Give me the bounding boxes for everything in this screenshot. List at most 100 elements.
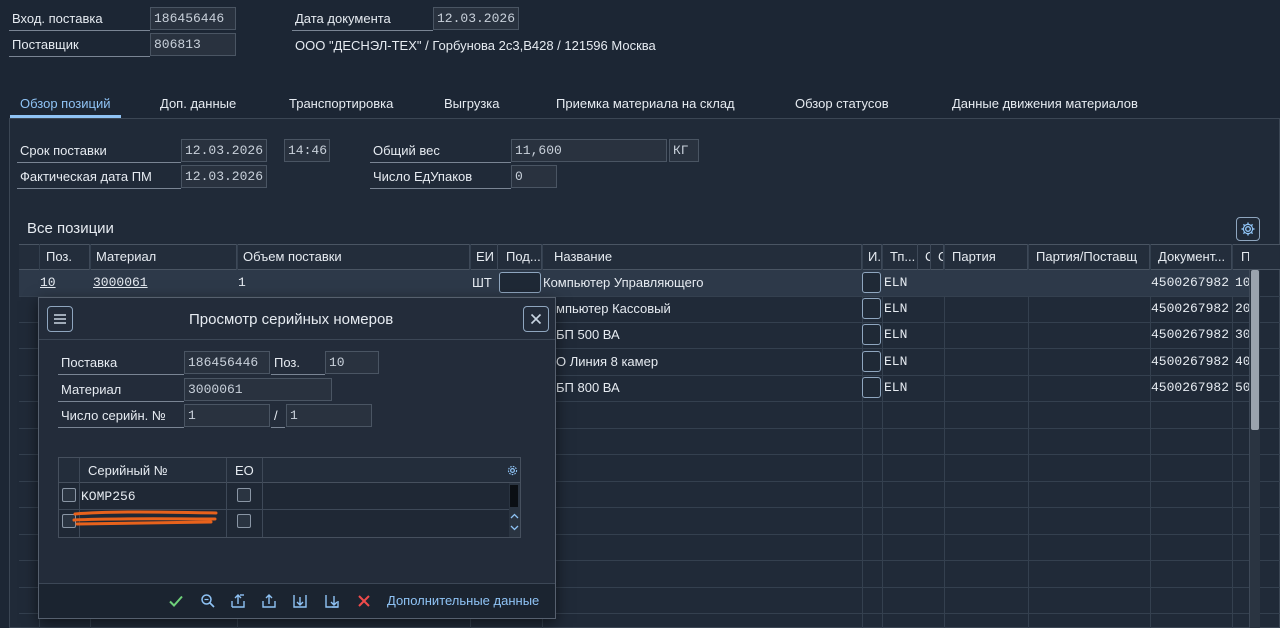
row-i-checkbox[interactable] bbox=[862, 298, 881, 319]
row-i-checkbox[interactable] bbox=[862, 324, 881, 345]
serial-scrollbar-thumb[interactable] bbox=[510, 485, 518, 507]
serial-row-checkbox[interactable] bbox=[62, 488, 76, 502]
serial-number-value: KOMP256 bbox=[81, 489, 136, 504]
serial-col-line bbox=[226, 458, 227, 537]
inbound-delivery-field[interactable]: 186456446 bbox=[150, 7, 236, 30]
chevron-up-icon[interactable] bbox=[510, 513, 519, 519]
dialog-serial-total-field[interactable]: 1 bbox=[286, 404, 372, 427]
col-header-document[interactable]: Документ... bbox=[1150, 244, 1232, 270]
dialog-serial-count-label: Число серийн. № bbox=[58, 404, 184, 428]
previous-page-button[interactable] bbox=[258, 590, 280, 612]
tab-unloading[interactable]: Выгрузка bbox=[444, 92, 500, 118]
grid-scrollbar[interactable] bbox=[1249, 270, 1260, 628]
row-qty: 1 bbox=[238, 275, 246, 290]
dialog-material-field[interactable]: 3000061 bbox=[184, 378, 332, 401]
row-type: ELN bbox=[884, 301, 908, 316]
more-data-button[interactable]: Дополнительные данные bbox=[387, 593, 539, 608]
eo-col-header[interactable]: ЕО bbox=[235, 463, 254, 478]
col-header-c1[interactable]: С bbox=[918, 244, 931, 270]
close-icon bbox=[530, 313, 542, 325]
row-doc-pos: 10 bbox=[1235, 275, 1249, 290]
tab-additional-data[interactable]: Доп. данные bbox=[160, 92, 236, 118]
tab-transport[interactable]: Транспортировка bbox=[289, 92, 393, 118]
col-header-sub[interactable]: Под... bbox=[498, 244, 542, 270]
dialog-serial-count-field[interactable]: 1 bbox=[184, 404, 270, 427]
eo-checkbox[interactable] bbox=[237, 488, 251, 502]
row-name: Компьютер Управляющего bbox=[543, 275, 704, 290]
confirm-button[interactable] bbox=[165, 590, 187, 612]
row-type: ELN bbox=[884, 327, 908, 342]
cancel-button[interactable] bbox=[353, 590, 375, 612]
row-doc-pos: 30 bbox=[1235, 327, 1249, 342]
col-header-uom[interactable]: ЕИ bbox=[470, 244, 498, 270]
grid-scrollbar-thumb[interactable] bbox=[1251, 270, 1259, 430]
tab-status-overview[interactable]: Обзор статусов bbox=[795, 92, 889, 118]
row-i-checkbox[interactable] bbox=[862, 351, 881, 372]
delivery-time-field[interactable]: 14:46 bbox=[284, 139, 330, 162]
row-type: ELN bbox=[884, 275, 908, 290]
next-page-button[interactable] bbox=[289, 590, 311, 612]
row-sub-field[interactable] bbox=[499, 272, 541, 293]
col-header-c2[interactable]: С bbox=[931, 244, 944, 270]
row-i-checkbox[interactable] bbox=[862, 377, 881, 398]
grid-col-line bbox=[1232, 244, 1233, 628]
col-header-i[interactable]: И. bbox=[862, 244, 882, 270]
serial-col-line bbox=[262, 458, 263, 537]
dialog-material-label: Материал bbox=[58, 378, 184, 402]
gear-icon[interactable] bbox=[506, 464, 519, 477]
col-header-pos[interactable]: Поз. bbox=[40, 244, 90, 270]
search-button[interactable] bbox=[197, 590, 219, 612]
dialog-title: Просмотр серийных номеров bbox=[189, 311, 394, 328]
serial-col-header[interactable]: Серийный № bbox=[88, 463, 168, 478]
vendor-field[interactable]: 806813 bbox=[150, 33, 236, 56]
col-header-p[interactable]: П bbox=[1232, 244, 1249, 270]
menu-icon bbox=[54, 314, 66, 324]
tab-goods-receipt[interactable]: Приемка материала на склад bbox=[556, 92, 735, 118]
delivery-date-field[interactable]: 12.03.2026 bbox=[181, 139, 267, 162]
serial-table-scrollbar[interactable] bbox=[509, 483, 520, 537]
first-page-button[interactable] bbox=[227, 590, 249, 612]
row-i-checkbox[interactable] bbox=[862, 272, 881, 293]
col-header-type[interactable]: Тп... bbox=[882, 244, 918, 270]
row-pos-link[interactable]: 10 bbox=[40, 270, 56, 296]
eo-checkbox[interactable] bbox=[237, 514, 251, 528]
dialog-pos-label: Поз. bbox=[271, 351, 325, 375]
row-type: ELN bbox=[884, 380, 908, 395]
last-page-button[interactable] bbox=[321, 590, 343, 612]
grid-settings-button[interactable] bbox=[1236, 217, 1260, 241]
actual-gr-date-label: Фактическая дата ПМ bbox=[17, 165, 181, 189]
chevron-down-icon[interactable] bbox=[510, 525, 519, 531]
row-name: мпьютер Кассовый bbox=[556, 301, 671, 316]
dialog-delivery-field[interactable]: 186456446 bbox=[184, 351, 270, 374]
dialog-menu-button[interactable] bbox=[47, 306, 73, 332]
weight-unit-field[interactable]: КГ bbox=[669, 139, 699, 162]
dialog-footer-toolbar: Дополнительные данные bbox=[39, 583, 555, 618]
packages-field[interactable]: 0 bbox=[511, 165, 557, 188]
col-header-batch[interactable]: Партия bbox=[944, 244, 1028, 270]
col-header-qty[interactable]: Объем поставки bbox=[237, 244, 470, 270]
delivery-date-label: Срок поставки bbox=[17, 139, 181, 163]
doc-date-field[interactable]: 12.03.2026 bbox=[433, 7, 519, 30]
col-header-material[interactable]: Материал bbox=[90, 244, 237, 270]
col-header-name[interactable]: Название bbox=[542, 244, 862, 270]
vendor-address: ООО "ДЕСНЭЛ-ТЕХ" / Горбунова 2с3,В428 / … bbox=[295, 38, 656, 53]
gear-icon bbox=[1241, 222, 1255, 236]
checkmark-icon bbox=[169, 595, 183, 607]
actual-gr-date-field[interactable]: 12.03.2026 bbox=[181, 165, 267, 188]
tab-material-movement[interactable]: Данные движения материалов bbox=[952, 92, 1138, 118]
grid-col-line bbox=[944, 244, 945, 628]
row-name: БП 800 ВА bbox=[556, 380, 620, 395]
total-weight-field[interactable]: 11,600 bbox=[511, 139, 667, 162]
row-document: 4500267982 bbox=[1151, 301, 1230, 316]
dialog-header: Просмотр серийных номеров bbox=[39, 298, 555, 340]
dialog-pos-field[interactable]: 10 bbox=[325, 351, 379, 374]
dialog-slash: / bbox=[271, 404, 285, 428]
row-material-link[interactable]: 3000061 bbox=[93, 270, 148, 296]
serial-table: Серийный № ЕО KOMP256 bbox=[58, 457, 521, 538]
col-header-vendor-batch[interactable]: Партия/Поставщ bbox=[1028, 244, 1150, 270]
dialog-close-button[interactable] bbox=[523, 306, 549, 332]
redaction-scribble bbox=[72, 510, 218, 526]
packages-label: Число ЕдУпаков bbox=[370, 165, 511, 189]
row-document: 4500267982 bbox=[1151, 380, 1230, 395]
doc-date-label: Дата документа bbox=[292, 7, 433, 31]
